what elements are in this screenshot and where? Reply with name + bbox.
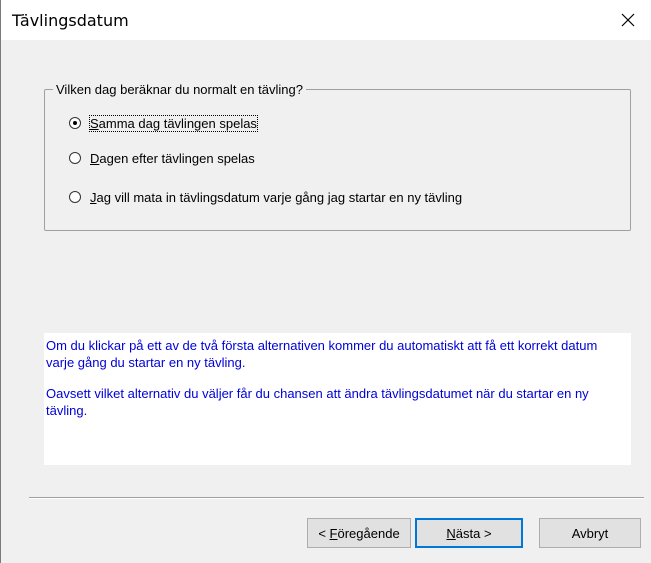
info-paragraph-2: Oavsett vilket alternativ du väljer får … <box>46 386 589 418</box>
next-button[interactable]: Nästa > <box>415 518 523 548</box>
close-icon <box>621 13 635 27</box>
option-same-day-text: amma dag tävlingen spelas <box>98 115 257 131</box>
previous-button[interactable]: < Föregående <box>307 518 411 548</box>
option-manual-entry[interactable]: Jag vill mata in tävlingsdatum varje gån… <box>69 187 462 207</box>
previous-prefix: < <box>318 525 330 541</box>
next-label: ästa > <box>455 525 492 541</box>
option-day-after-text: agen efter tävlingen spelas <box>99 150 255 166</box>
radio-manual-entry[interactable] <box>69 191 81 203</box>
previous-mnemonic: F <box>329 525 338 541</box>
previous-label: öregående <box>337 525 400 541</box>
info-paragraph-1: Om du klickar på ett av de två första al… <box>46 338 598 370</box>
option-day-after-mnemonic: D <box>90 150 100 166</box>
option-same-day-mnemonic: S <box>90 115 99 131</box>
cancel-label: Avbryt <box>571 525 609 541</box>
group-legend: Vilken dag beräknar du normalt en tävlin… <box>53 81 306 98</box>
next-mnemonic: N <box>446 525 456 541</box>
date-option-group: Vilken dag beräknar du normalt en tävlin… <box>44 81 631 231</box>
footer-separator <box>29 497 644 499</box>
radio-day-after[interactable] <box>69 152 81 164</box>
close-button[interactable] <box>605 0 651 40</box>
option-same-day-label[interactable]: Samma dag tävlingen spelas <box>89 114 258 132</box>
window-title: Tävlingsdatum <box>12 11 129 30</box>
cancel-button[interactable]: Avbryt <box>539 518 641 548</box>
option-manual-entry-label[interactable]: Jag vill mata in tävlingsdatum varje gån… <box>90 190 462 205</box>
option-manual-entry-text: ag vill mata in tävlingsdatum varje gång… <box>96 189 463 205</box>
option-day-after[interactable]: Dagen efter tävlingen spelas <box>69 148 255 168</box>
dialog-window: Tävlingsdatum Vilken dag beräknar du nor… <box>0 0 651 563</box>
radio-same-day[interactable] <box>69 117 81 129</box>
option-day-after-label[interactable]: Dagen efter tävlingen spelas <box>90 151 255 166</box>
option-same-day[interactable]: Samma dag tävlingen spelas <box>69 113 258 133</box>
info-panel: Om du klickar på ett av de två första al… <box>44 333 631 465</box>
title-bar: Tävlingsdatum <box>1 0 651 40</box>
